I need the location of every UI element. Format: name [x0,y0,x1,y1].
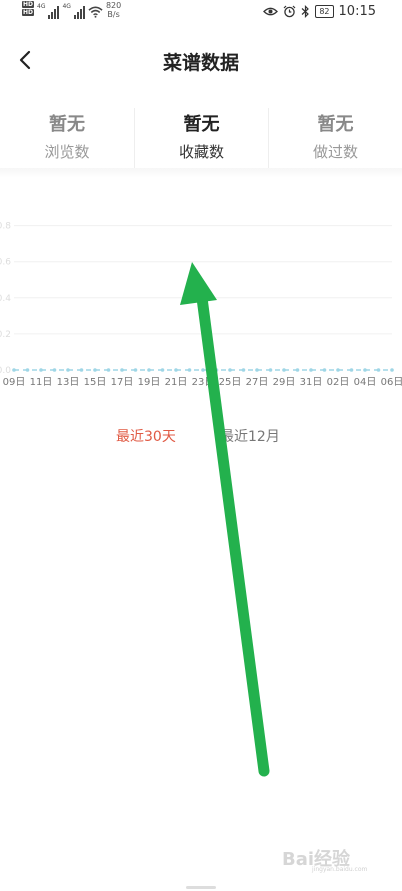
chart-data-point [322,368,327,372]
chart-data-point [160,368,165,372]
chart-data-point [201,368,205,372]
chart-data-point [79,368,84,372]
baidu-jingyan-watermark: Bai经验 jingyan.baidu.com [282,845,402,873]
chart-data-point [52,368,57,372]
stat-value: 暂无 [317,114,354,135]
chart-data-point [133,368,138,372]
stat-favorites[interactable]: 暂无 收藏数 [134,108,268,168]
chart-x-tick-label: 09日 [3,377,26,388]
chart-x-tick-label: 04日 [354,377,377,388]
network-speed-unit: B/s [107,10,120,19]
chart-data-point [390,368,394,372]
range-tab-30-days[interactable]: 最近30天 [116,426,176,446]
battery-icon: 82 [315,5,334,18]
network-type-label: 4G [37,3,46,10]
status-bar: HD HD 4G 4G 820 B/s 82 10:15 [0,0,402,24]
status-right-group: 82 10:15 [263,4,376,19]
chart-x-tick-label: 02日 [327,377,350,388]
chart-data-point [376,368,381,372]
chart-data-point [39,368,43,372]
chart-data-point [295,368,300,372]
chart-y-tick-label: 0.8 [0,222,11,232]
chart-x-tick-label: 27日 [246,377,269,388]
status-left-group: HD HD 4G 4G 820 B/s [22,1,121,19]
chart-data-point [66,368,70,372]
chart-x-tick-label: 23日 [192,377,215,388]
chart-y-tick-label: 0.0 [0,366,11,376]
stat-label: 收藏数 [178,143,224,161]
chart-data-point [309,368,313,372]
stat-label: 做过数 [312,143,358,161]
chart-y-tick-label: 0.6 [0,258,11,268]
chart-x-tick-label: 25日 [219,377,242,388]
wifi-icon [88,6,103,18]
chart-data-point [25,368,30,372]
eye-icon [263,7,279,16]
stat-value: 暂无 [183,114,220,135]
range-tab-12-months[interactable]: 最近12月 [220,426,280,446]
chart-x-tick-label: 21日 [165,377,188,388]
chart-data-point [93,368,97,372]
header: 菜谱数据 [0,38,402,82]
stat-views[interactable]: 暂无 浏览数 [0,108,134,168]
chart-data-point [241,368,246,372]
page-title: 菜谱数据 [162,52,239,74]
signal-icon [48,5,60,19]
signal-icon [73,5,85,19]
chart-x-tick-label: 11日 [30,377,53,388]
chart-data-point [174,368,178,372]
chart-x-tick-label: 29日 [273,377,296,388]
stats-row: 暂无 浏览数 暂无 收藏数 暂无 做过数 [0,108,402,168]
clock-time: 10:15 [338,4,376,19]
bluetooth-icon [301,5,310,18]
chart-x-tick-label: 17日 [111,377,134,388]
chart-data-point [120,368,124,372]
chart-data-point [187,368,192,372]
stats-divider-shadow [0,168,402,178]
stat-label: 浏览数 [44,143,90,161]
chart-data-point [106,368,111,372]
chart-data-point [336,368,340,372]
chart-data-point [282,368,286,372]
alarm-icon [283,5,296,18]
chart-y-tick-label: 0.2 [0,330,11,340]
chart-data-point [255,368,259,372]
chart-svg: 0.0 0.2 0.4 0.6 0.8 09日 11日 13日 15日 17日 19日 21日 23日 2… [0,222,402,388]
chart-data-point [214,368,219,372]
home-indicator [186,886,216,889]
chart-data-point [363,368,367,372]
stat-value: 暂无 [49,114,85,135]
chart-x-tick-label: 15日 [84,377,107,388]
chart-y-tick-label: 0.4 [0,294,11,304]
hd-badges: HD HD [22,1,35,16]
watermark-url: jingyan.baidu.com [312,866,368,873]
chart-x-tick-label: 13日 [57,377,80,388]
network-speed: 820 B/s [106,1,121,19]
network-speed-value: 820 [105,1,122,10]
stat-cooked[interactable]: 暂无 做过数 [268,108,402,168]
hd-badge: HD [22,1,35,8]
hd-badge: HD [22,9,35,16]
chart-data-point [147,368,151,372]
trend-chart: 0.0 0.2 0.4 0.6 0.8 09日 11日 13日 15日 17日 19日 21日 23日 2… [0,214,402,394]
chart-data-point [349,368,354,372]
chart-x-tick-label: 06日 [381,377,402,388]
network-type-label: 4G [62,3,71,10]
chart-x-tick-label: 31日 [300,377,323,388]
chart-x-tick-label: 19日 [138,377,161,388]
chart-data-point [228,368,232,372]
chart-data-point [268,368,273,372]
chart-data-point [12,368,16,372]
